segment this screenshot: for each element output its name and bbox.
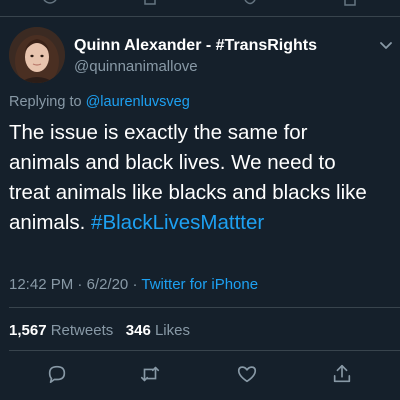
- avatar[interactable]: [9, 27, 65, 83]
- share-icon: [333, 364, 351, 383]
- previous-tweet-actions: [0, 0, 400, 12]
- tweet-source-link[interactable]: Twitter for iPhone: [141, 276, 258, 293]
- tweet-meta: 12:42 PM · 6/2/20 · Twitter for iPhone: [9, 276, 258, 293]
- reply-icon: [48, 365, 66, 384]
- hashtag-link[interactable]: #BlackLivesMattter: [91, 211, 264, 234]
- tweet-date[interactable]: 6/2/20: [87, 276, 129, 293]
- engagement-counts: 1,567 Retweets 346 Likes: [9, 322, 190, 339]
- tweet-action-bar: [0, 362, 400, 392]
- share-icon: [344, 0, 356, 6]
- user-info: Quinn Alexander - #TransRights @quinnani…: [74, 36, 317, 77]
- tweet-line: animals and black lives. We need to: [9, 151, 336, 174]
- retweets-stat[interactable]: 1,567 Retweets: [9, 322, 113, 339]
- meta-separator: ·: [132, 276, 138, 293]
- divider: [9, 307, 400, 308]
- tweet-time[interactable]: 12:42 PM: [9, 276, 73, 293]
- reply-mention-link[interactable]: @laurenluvsveg: [86, 94, 190, 110]
- tweet-line: treat animals like blacks and blacks lik…: [9, 181, 367, 204]
- likes-count: 346: [125, 322, 151, 339]
- avatar-image: [9, 27, 65, 83]
- meta-separator: ·: [77, 276, 83, 293]
- divider: [0, 16, 400, 17]
- retweets-label: Retweets: [50, 322, 114, 339]
- like-button[interactable]: [235, 362, 259, 386]
- replying-prefix: Replying to: [9, 94, 82, 110]
- retweets-count: 1,567: [9, 322, 47, 339]
- retweet-icon: [144, 0, 156, 5]
- replying-to: Replying to @laurenluvsveg: [9, 94, 190, 110]
- likes-label: Likes: [154, 322, 190, 339]
- tweet-line: animals. #BlackLivesMattter: [9, 208, 397, 238]
- chevron-down-icon: [380, 42, 392, 49]
- reply-icon: [43, 0, 57, 4]
- tweet-text: The issue is exactly the same for animal…: [9, 118, 397, 238]
- likes-stat[interactable]: 346 Likes: [126, 322, 190, 339]
- retweet-button[interactable]: [138, 362, 162, 386]
- more-options-button[interactable]: [379, 38, 393, 56]
- share-button[interactable]: [330, 362, 354, 386]
- divider: [9, 350, 400, 351]
- tweet-line-text: animals.: [9, 211, 86, 234]
- heart-icon: [237, 366, 257, 383]
- reply-button[interactable]: [45, 362, 69, 386]
- retweet-icon: [140, 366, 160, 382]
- display-name[interactable]: Quinn Alexander - #TransRights: [74, 36, 317, 56]
- heart-icon: [244, 0, 256, 5]
- tweet-line: The issue is exactly the same for: [9, 121, 308, 144]
- username-handle[interactable]: @quinnanimallove: [74, 57, 317, 77]
